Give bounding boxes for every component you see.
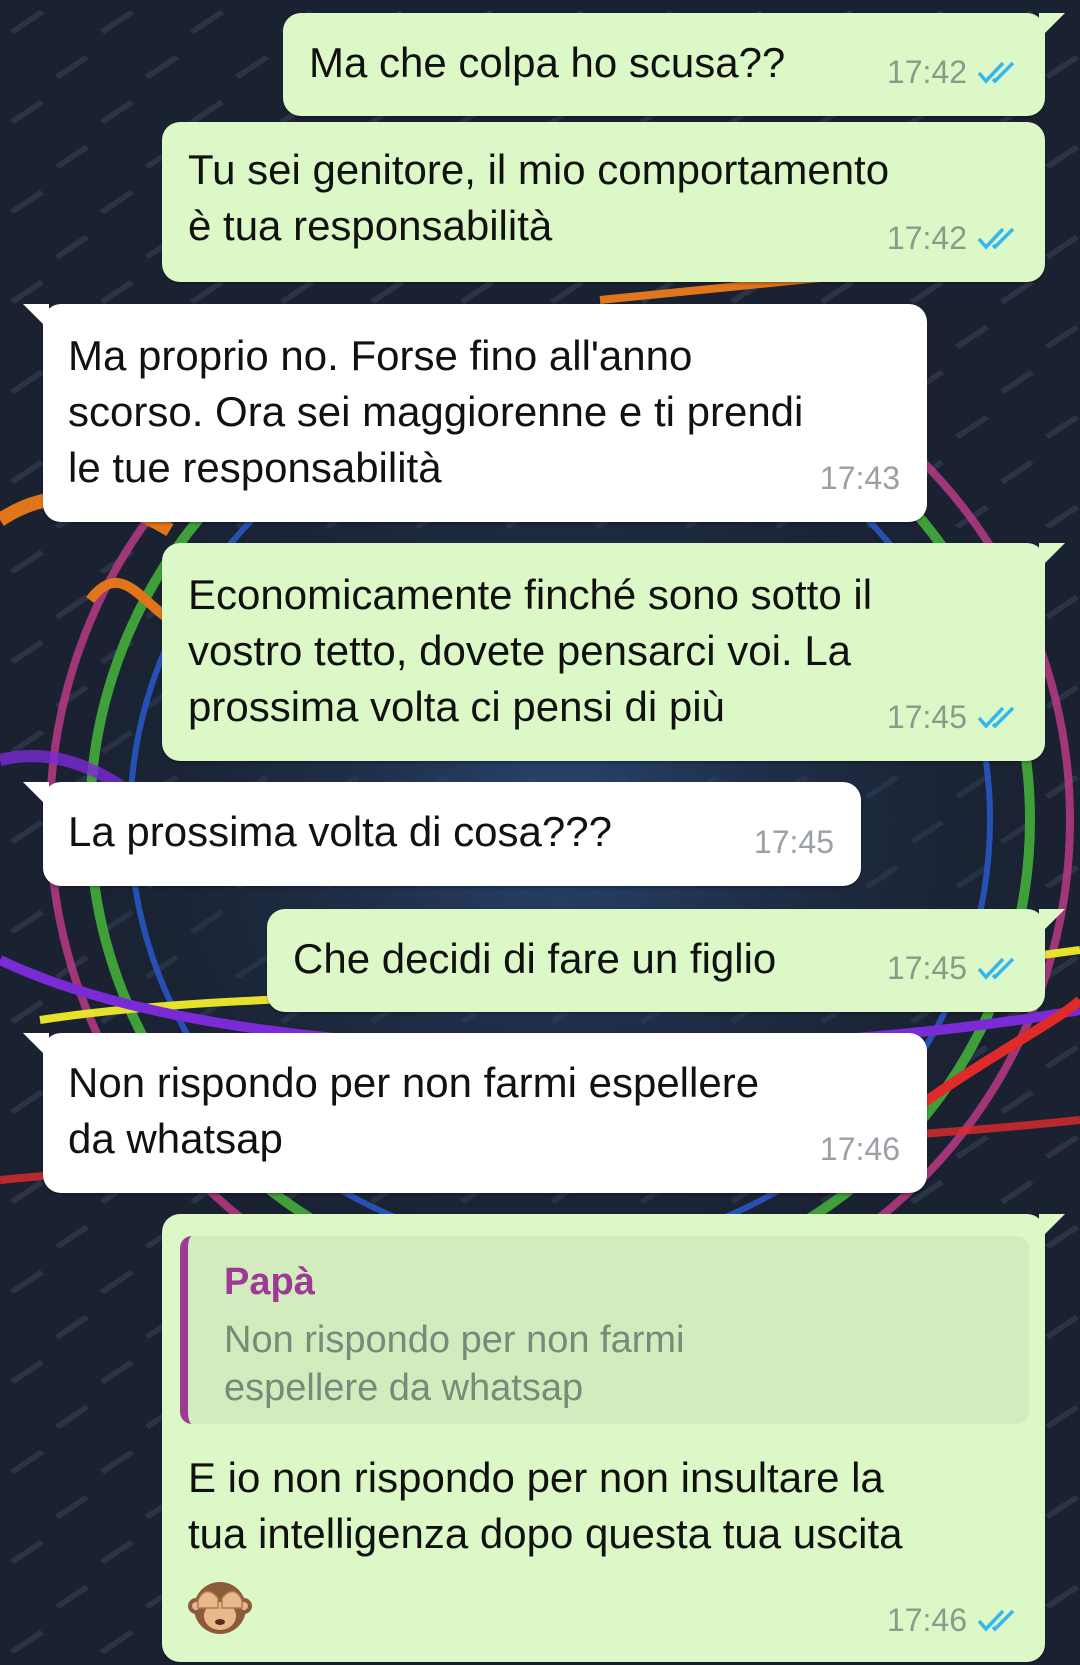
quoted-text: Non rispondo per non farmi espellere da … xyxy=(224,1319,685,1409)
double-check-read-icon xyxy=(977,957,1015,980)
incoming-message[interactable]: Ma proprio no. Forse fino all'anno scors… xyxy=(23,304,927,522)
bubble-tail xyxy=(23,1033,49,1059)
message-meta: 17:46 xyxy=(887,1592,1021,1648)
message-meta: 17:46 xyxy=(820,1121,900,1177)
outgoing-message[interactable]: Che decidi di fare un figlio 17:45 xyxy=(267,909,1065,1012)
incoming-message[interactable]: La prossima volta di cosa??? 17:45 xyxy=(23,782,861,886)
bubble-tail xyxy=(1039,909,1065,935)
message-text: Non rispondo per non farmi espellere da … xyxy=(68,1059,760,1162)
double-check-read-icon xyxy=(977,61,1015,84)
message-meta: 17:45 xyxy=(887,689,1021,745)
message-time: 17:42 xyxy=(886,54,967,90)
message-time: 17:45 xyxy=(886,950,967,986)
message-text: La prossima volta di cosa??? xyxy=(68,808,612,855)
message-meta: 17:45 xyxy=(887,940,1021,996)
message-text: Ma proprio no. Forse fino all'anno scors… xyxy=(68,332,804,491)
outgoing-reply-message[interactable]: Papà Non rispondo per non farmi espeller… xyxy=(162,1214,1065,1662)
incoming-message[interactable]: Non rispondo per non farmi espellere da … xyxy=(23,1033,927,1193)
double-check-read-icon xyxy=(977,1609,1015,1632)
message-time: 17:43 xyxy=(819,460,900,496)
message-time: 17:42 xyxy=(886,220,967,256)
bubble-tail xyxy=(23,782,49,808)
bubble-tail xyxy=(1039,543,1065,569)
double-check-read-icon xyxy=(977,706,1015,729)
message-time: 17:46 xyxy=(819,1131,900,1167)
message-text: Ma che colpa ho scusa?? xyxy=(309,39,786,86)
message-text: Che decidi di fare un figlio xyxy=(293,935,777,982)
message-meta: 17:43 xyxy=(820,450,900,506)
double-check-read-icon xyxy=(977,227,1015,250)
chat-area[interactable]: Ma che colpa ho scusa?? 17:42 Tu sei gen… xyxy=(0,0,1080,1665)
message-text: E io non rispondo per non insultare la t… xyxy=(188,1454,903,1557)
message-time: 17:45 xyxy=(886,699,967,735)
outgoing-message[interactable]: Tu sei genitore, il mio comportamento è … xyxy=(162,122,1045,282)
see-no-evil-monkey-icon xyxy=(188,1582,252,1634)
message-text: Tu sei genitore, il mio comportamento è … xyxy=(188,146,890,249)
bubble-tail xyxy=(23,304,49,330)
quoted-message[interactable]: Papà Non rispondo per non farmi espeller… xyxy=(180,1236,1029,1424)
quoted-author: Papà xyxy=(224,1261,315,1303)
message-text: Economicamente finché sono sotto il vost… xyxy=(188,571,873,730)
outgoing-message[interactable]: Economicamente finché sono sotto il vost… xyxy=(162,543,1065,761)
message-meta: 17:42 xyxy=(887,210,1021,266)
message-time: 17:46 xyxy=(886,1602,967,1638)
message-time: 17:45 xyxy=(753,824,834,860)
outgoing-message[interactable]: Ma che colpa ho scusa?? 17:42 xyxy=(283,13,1065,116)
bubble-tail xyxy=(1039,13,1065,39)
message-meta: 17:45 xyxy=(754,814,834,870)
bubble-tail xyxy=(1039,1214,1065,1240)
message-meta: 17:42 xyxy=(887,44,1021,100)
